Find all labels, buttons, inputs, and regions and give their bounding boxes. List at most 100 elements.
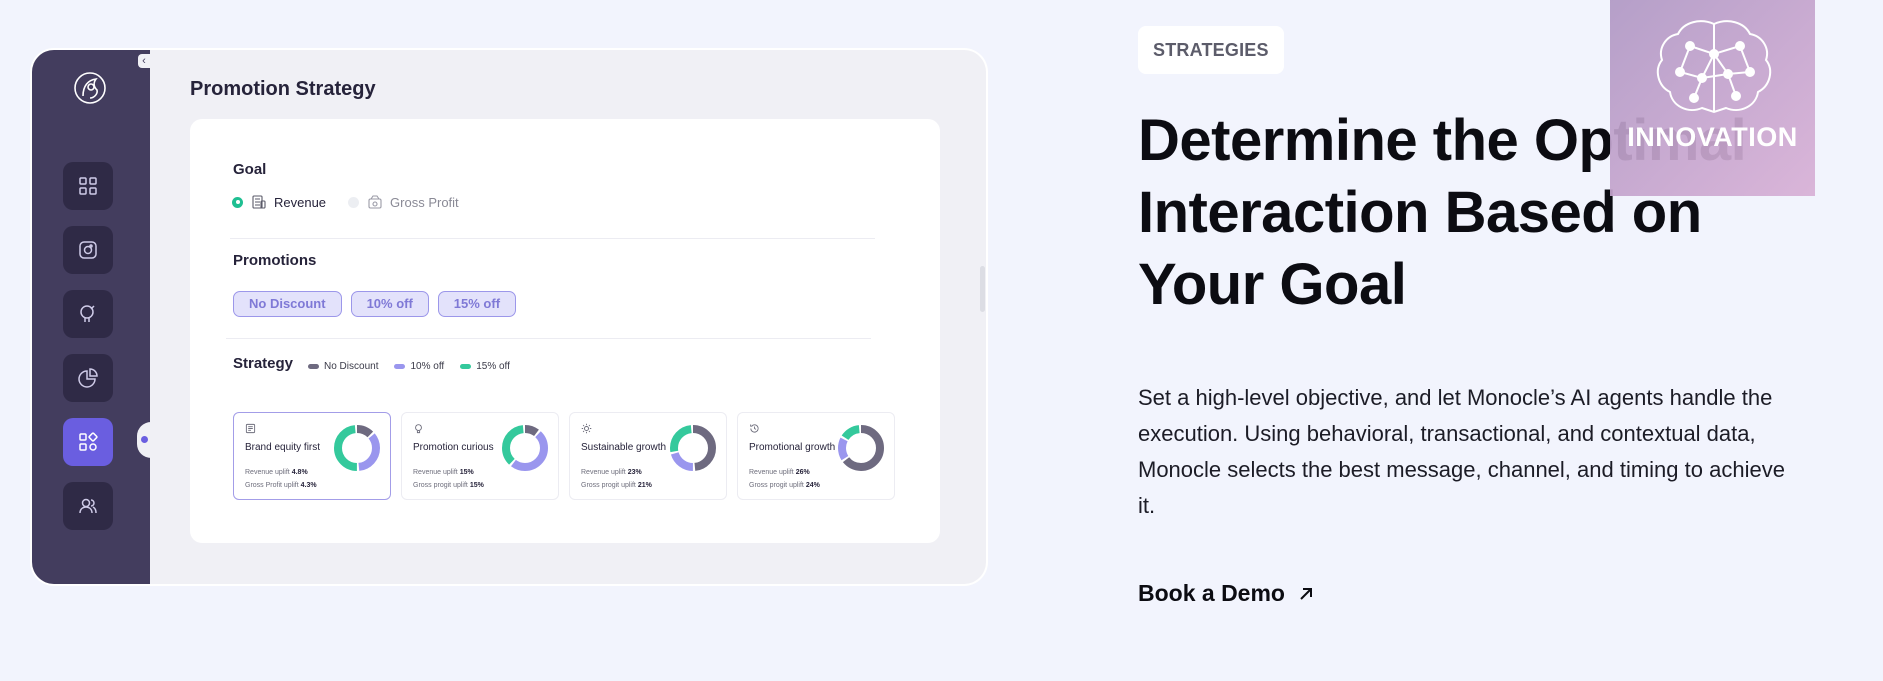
legend-label: No Discount (324, 361, 379, 372)
app-preview-device: ‹ Promotion Strategy Goal Revenue Gross … (30, 48, 988, 586)
chip-15-off[interactable]: 15% off (437, 291, 517, 317)
history-icon (750, 424, 759, 433)
stat-label: Gross progit uplift (581, 482, 636, 489)
sidebar-rail: ‹ (32, 50, 151, 584)
lightbulb-icon (415, 424, 422, 434)
strategy-card-stat: Gross progit uplift 24% (749, 482, 820, 489)
strategy-cards: Brand equity first Revenue uplift 4.8% G… (233, 412, 895, 500)
sidebar-item-insights[interactable] (63, 290, 113, 338)
strategy-card-stat: Gross Profit uplift 4.3% (245, 482, 317, 489)
strategy-card-promotion-curious[interactable]: Promotion curious Revenue uplift 15% Gro… (401, 412, 559, 500)
stat-value: 4.3% (300, 482, 317, 489)
legend-label: 15% off (476, 361, 510, 372)
stat-label: Gross progit uplift (749, 482, 804, 489)
legend-swatch (394, 364, 406, 369)
users-icon (79, 498, 97, 514)
owl-logo-icon (74, 72, 106, 104)
sidebar-item-promotions[interactable] (63, 226, 113, 274)
goal-option-gross-profit[interactable]: Gross Profit (348, 194, 459, 210)
page-title: Promotion Strategy (190, 78, 376, 100)
scrollbar-handle[interactable] (980, 266, 985, 312)
sidebar-item-analytics[interactable] (63, 354, 113, 402)
strategy-legend: No Discount 10% off 15% off (308, 361, 510, 372)
strategy-card-brand-equity[interactable]: Brand equity first Revenue uplift 4.8% G… (233, 412, 391, 500)
headline-line: Your Goal (1138, 252, 1407, 317)
legend-item-10-off: 10% off (394, 361, 444, 372)
book-demo-link[interactable]: Book a Demo (1138, 580, 1315, 607)
strategy-card-stat: Revenue uplift 15% (413, 469, 474, 476)
radio-selected-icon (232, 196, 243, 208)
legend-label: 10% off (410, 361, 445, 372)
app-main-area: Promotion Strategy Goal Revenue Gross Pr… (150, 50, 986, 584)
section-tag: STRATEGIES (1138, 26, 1284, 74)
grid-icon (79, 177, 97, 195)
radio-unselected-icon (348, 196, 360, 208)
strategy-mix-donut (838, 425, 884, 471)
stat-value: 15% (459, 469, 474, 476)
goal-radio-group: Revenue Gross Profit (232, 194, 481, 210)
stat-label: Revenue uplift (581, 469, 626, 476)
divider (230, 238, 875, 239)
strategy-card-sustainable-growth[interactable]: Sustainable growth Revenue uplift 23% Gr… (569, 412, 727, 500)
coins-icon (252, 195, 266, 209)
stat-value: 4.8% (291, 469, 308, 476)
stat-value: 15% (469, 482, 484, 489)
body-copy: Set a high-level objective, and let Mono… (1138, 385, 1785, 518)
strategy-card-title: Promotion curious (413, 442, 494, 453)
strategy-card-stat: Revenue uplift 4.8% (245, 469, 308, 476)
brain-network-icon (1656, 20, 1772, 114)
sidebar-item-audience[interactable] (63, 482, 113, 530)
legend-swatch (460, 364, 472, 369)
stat-label: Gross Profit uplift (245, 482, 299, 489)
strategy-card-title: Brand equity first (245, 442, 321, 453)
strategy-mix-donut (502, 425, 548, 471)
wallet-icon (368, 195, 382, 209)
sidebar-item-dashboard[interactable] (63, 162, 113, 210)
goal-label: Goal (233, 161, 267, 178)
strategy-mix-donut (334, 425, 380, 471)
goal-option-label: Revenue (274, 194, 327, 210)
promotion-chips: No Discount 10% off 15% off (233, 291, 517, 317)
app-preview-screen: ‹ Promotion Strategy Goal Revenue Gross … (32, 50, 986, 584)
legend-item-no-discount: No Discount (308, 361, 378, 372)
stat-value: 24% (805, 482, 820, 489)
apps-icon (79, 432, 98, 451)
active-indicator-dot (141, 436, 148, 443)
strategy-card-title: Sustainable growth (581, 442, 667, 453)
stat-value: 21% (637, 482, 652, 489)
book-demo-label: Book a Demo (1138, 580, 1285, 606)
pie-chart-icon (78, 368, 98, 388)
stat-label: Gross progit uplift (413, 482, 468, 489)
watermark-text: INNOVATION (1627, 122, 1798, 152)
legend-item-15-off: 15% off (460, 361, 510, 372)
strategy-card-stat: Revenue uplift 23% (581, 469, 642, 476)
strategy-card-title: Promotional growth (749, 442, 836, 453)
arrow-up-right-icon (1300, 587, 1312, 600)
sidebar-item-strategies[interactable] (63, 418, 113, 466)
divider (226, 338, 871, 339)
stat-value: 23% (627, 469, 642, 476)
strategy-panel: Goal Revenue Gross Profit Promotions No … (190, 119, 940, 543)
strategy-card-stat: Gross progit uplift 21% (581, 482, 652, 489)
strategy-mix-donut (670, 425, 716, 471)
promotions-label: Promotions (233, 252, 317, 269)
stat-label: Revenue uplift (245, 469, 290, 476)
legend-swatch (308, 364, 319, 369)
chip-no-discount[interactable]: No Discount (233, 291, 342, 317)
strategy-label: Strategy (233, 355, 294, 372)
tag-icon (79, 241, 97, 259)
collapse-sidebar-button[interactable]: ‹ (138, 54, 150, 68)
strategy-card-stat: Gross progit uplift 15% (413, 482, 484, 489)
sun-icon (581, 423, 592, 434)
stat-label: Revenue uplift (413, 469, 458, 476)
lightbulb-icon (80, 305, 95, 322)
strategy-card-stat: Revenue uplift 26% (749, 469, 810, 476)
innovation-watermark: INNOVATION (1610, 0, 1815, 196)
goal-option-label: Gross Profit (390, 194, 459, 210)
goal-option-revenue[interactable]: Revenue (232, 194, 326, 210)
stat-label: Revenue uplift (749, 469, 794, 476)
document-icon (245, 423, 256, 434)
chip-10-off[interactable]: 10% off (350, 291, 429, 317)
stat-value: 26% (795, 469, 810, 476)
strategy-card-promotional-growth[interactable]: Promotional growth Revenue uplift 26% Gr… (737, 412, 895, 500)
